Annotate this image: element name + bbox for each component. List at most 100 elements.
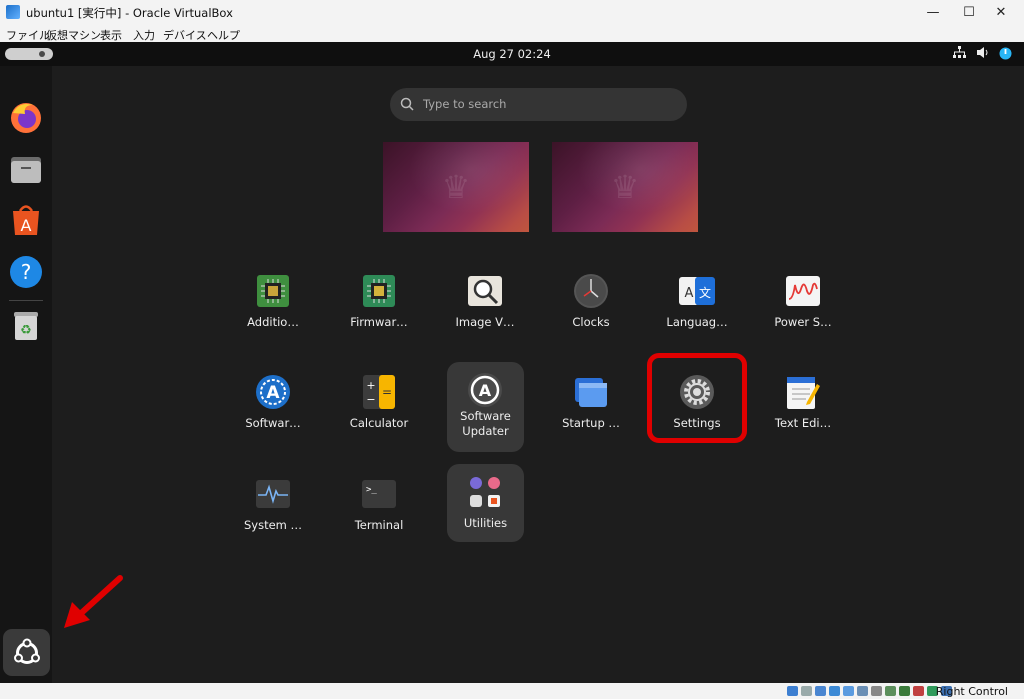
- app-software-updater[interactable]: A Software Updater: [447, 362, 524, 452]
- app-additional-drivers[interactable]: Additio…: [228, 263, 318, 341]
- app-clocks[interactable]: Clocks: [546, 263, 636, 341]
- volume-icon[interactable]: [976, 46, 989, 59]
- svg-text:=: =: [382, 385, 392, 399]
- svg-text:A: A: [266, 383, 280, 403]
- host-statusbar: Right Control: [0, 683, 1024, 699]
- network-status-icon: [829, 686, 840, 696]
- app-label: Startup …: [562, 416, 620, 430]
- dock-separator: [9, 300, 43, 301]
- window-titlebar: ubuntu1 [実行中] - Oracle VirtualBox — ☐ ✕: [0, 0, 1024, 24]
- app-label: Utilities: [463, 516, 508, 530]
- app-startup-applications[interactable]: Startup …: [546, 364, 636, 442]
- svg-text:+: +: [366, 379, 375, 392]
- app-label: Image V…: [455, 315, 515, 329]
- workspace-thumbnail-1[interactable]: ♛: [383, 142, 529, 232]
- app-label: Terminal: [354, 518, 404, 532]
- clock-icon: [574, 274, 608, 308]
- window-title: ubuntu1 [実行中] - Oracle VirtualBox: [26, 6, 233, 20]
- menu-view[interactable]: 表示: [100, 27, 122, 43]
- workspace-thumbnail-2[interactable]: ♛: [552, 142, 698, 232]
- app-image-viewer[interactable]: Image V…: [440, 263, 530, 341]
- help-icon: ?: [10, 256, 42, 288]
- svg-text:?: ?: [21, 260, 32, 284]
- usb-icon: [843, 686, 854, 696]
- chip-icon: [363, 275, 395, 307]
- audio-icon: [815, 686, 826, 696]
- menu-input[interactable]: 入力: [133, 27, 155, 43]
- power-menu-icon[interactable]: [998, 46, 1013, 61]
- app-label: Languag…: [666, 315, 728, 329]
- chip-icon: [257, 275, 289, 307]
- svg-text:A: A: [479, 381, 492, 400]
- svg-text:文: 文: [699, 285, 711, 300]
- system-monitor-icon: [256, 480, 290, 508]
- trash-icon: ♻: [14, 312, 38, 340]
- network-icon[interactable]: [953, 46, 966, 59]
- storage-icon: [787, 686, 798, 696]
- updater-icon: A: [468, 373, 502, 407]
- app-label: System …: [243, 518, 303, 532]
- optical-drive-icon: [801, 686, 812, 696]
- app-system-monitor[interactable]: System …: [228, 466, 318, 544]
- app-label: Text Edi…: [774, 416, 832, 430]
- menu-devices[interactable]: デバイス: [163, 27, 207, 43]
- app-calculator[interactable]: + − = Calculator: [334, 364, 424, 442]
- dock-app-center[interactable]: A: [8, 202, 44, 238]
- app-utilities-folder[interactable]: Utilities: [447, 464, 524, 542]
- red-arrow-annotation: [64, 575, 123, 628]
- software-icon: A: [256, 375, 290, 409]
- menu-machine[interactable]: 仮想マシン: [46, 27, 101, 43]
- utilities-folder-icon: [470, 477, 500, 507]
- search-input[interactable]: Type to search: [390, 88, 687, 121]
- app-software-properties[interactable]: A Softwar…: [228, 364, 318, 442]
- svg-text:♻: ♻: [20, 323, 32, 338]
- app-label: Additio…: [247, 315, 299, 329]
- terminal-icon: >_: [362, 480, 396, 508]
- ubuntu-logo-icon: [13, 638, 40, 664]
- guest-display: Aug 27 02:24 A ? ♻ Type to search ♛ ♛ Ad…: [0, 42, 1024, 683]
- crown-watermark-icon: ♛: [610, 168, 640, 206]
- app-firmware-updater[interactable]: Firmwar…: [334, 263, 424, 341]
- svg-text:−: −: [366, 393, 375, 406]
- show-apps-button[interactable]: [3, 629, 50, 676]
- svg-text:A: A: [685, 286, 694, 301]
- app-label: Calculator: [349, 416, 409, 430]
- clock[interactable]: Aug 27 02:24: [0, 47, 1024, 61]
- image-viewer-icon: [468, 276, 502, 306]
- virtualbox-icon: [6, 5, 20, 19]
- power-stats-icon: [786, 276, 820, 306]
- menu-help[interactable]: ヘルプ: [207, 27, 240, 43]
- search-placeholder: Type to search: [423, 97, 507, 111]
- app-language-support[interactable]: A文 Languag…: [652, 263, 742, 341]
- app-text-editor[interactable]: Text Edi…: [758, 364, 848, 442]
- search-icon: [400, 97, 414, 111]
- shared-folder-icon: [857, 686, 868, 696]
- dock: A ? ♻: [0, 66, 52, 683]
- calculator-icon: +−=: [363, 375, 395, 409]
- svg-text:A: A: [21, 216, 32, 235]
- app-terminal[interactable]: >_ Terminal: [334, 466, 424, 544]
- crown-watermark-icon: ♛: [441, 168, 471, 206]
- text-editor-icon: [787, 377, 820, 409]
- language-icon: A文: [679, 277, 715, 305]
- dock-files[interactable]: [8, 152, 44, 188]
- app-center-icon: A: [13, 205, 39, 235]
- cpu-icon: [899, 686, 910, 696]
- close-button[interactable]: ✕: [978, 0, 1024, 24]
- app-label: Clocks: [572, 315, 610, 329]
- dock-trash[interactable]: ♻: [8, 307, 44, 343]
- app-label: Power S…: [774, 315, 832, 329]
- host-menubar: ファイル 仮想マシン 表示 入力 デバイス ヘルプ: [0, 24, 1024, 42]
- dock-firefox[interactable]: [8, 100, 44, 136]
- gnome-top-bar: Aug 27 02:24: [0, 42, 1024, 66]
- startup-icon: [575, 378, 607, 407]
- firefox-icon: [11, 103, 41, 133]
- dock-help[interactable]: ?: [8, 254, 44, 290]
- recording-icon: [885, 686, 896, 696]
- host-key-label: Right Control: [935, 685, 1008, 698]
- files-icon: [11, 157, 41, 183]
- menu-file[interactable]: ファイル: [6, 27, 50, 43]
- app-power-statistics[interactable]: Power S…: [758, 263, 848, 341]
- svg-text:>_: >_: [366, 485, 377, 495]
- app-label: Firmwar…: [350, 315, 408, 329]
